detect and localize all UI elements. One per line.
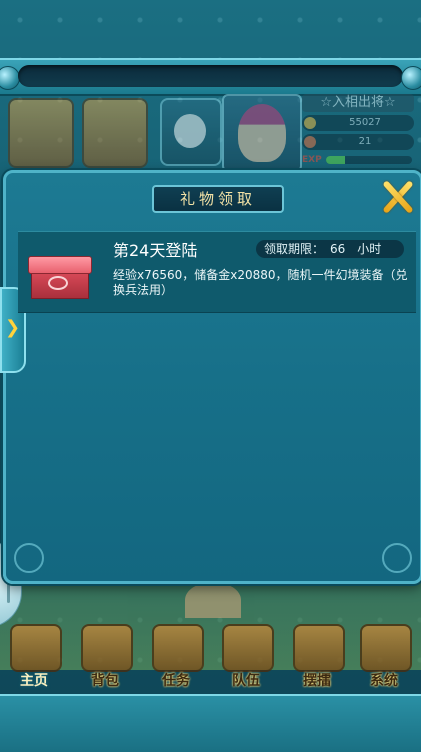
- corner-ornament: [382, 543, 412, 573]
- scene-building: [185, 582, 241, 618]
- top-bar-slot: [18, 65, 403, 87]
- reward-row[interactable]: 第24天登陆 领取期限： 66 小时 经验x76560，储备金x20880，随机一件…: [18, 231, 416, 313]
- nav-item-arena[interactable]: 摆擂: [285, 616, 349, 692]
- stat-gold-value: 55027: [349, 117, 381, 128]
- bunny-face-icon: [174, 114, 206, 148]
- chest-lid: [28, 256, 92, 274]
- limit-label: 领取期限：: [264, 242, 325, 256]
- arena-icon: [293, 624, 345, 672]
- player-title: ☆入相出将☆: [302, 94, 414, 112]
- bottom-frame-bar: [0, 694, 421, 752]
- red-chest-icon: [28, 256, 92, 299]
- corner-ornament: [14, 543, 44, 573]
- coin-icon: [304, 117, 316, 129]
- nav-label-team: 队伍: [232, 673, 260, 689]
- ingot-icon: [304, 136, 316, 148]
- settings-gear-icon: [360, 624, 412, 672]
- exp-label: EXP: [302, 155, 322, 165]
- nav-label-arena: 摆擂: [303, 673, 331, 689]
- exp-row: EXP: [302, 153, 414, 167]
- treasure-chest-icon[interactable]: [82, 98, 148, 168]
- bar-knob-left-icon: [0, 66, 20, 90]
- nav-label-tasks: 任务: [162, 673, 190, 689]
- stat-ingot: 21: [302, 134, 414, 150]
- nav-item-team[interactable]: 队伍: [214, 616, 278, 692]
- player-stats: ☆入相出将☆ 55027 21 EXP: [302, 94, 414, 168]
- home-icon: [10, 624, 62, 672]
- nav-item-bag[interactable]: 背包: [73, 616, 137, 692]
- reward-title: 第24天登陆: [113, 241, 198, 260]
- limit-unit: 小时: [357, 242, 382, 256]
- bar-knob-right-icon: [401, 66, 421, 90]
- player-portrait[interactable]: [222, 94, 302, 172]
- task-scroll-icon: [152, 624, 204, 672]
- stat-ingot-value: 21: [358, 136, 372, 147]
- top-name-bar: [0, 58, 421, 96]
- exp-bar-fill: [326, 156, 345, 164]
- nav-label-home: 主页: [20, 673, 48, 689]
- claim-limit-badge: 领取期限： 66 小时: [256, 240, 404, 258]
- exp-bar: [326, 156, 412, 164]
- nav-item-home[interactable]: 主页: [2, 616, 66, 692]
- limit-value: 66: [330, 242, 346, 256]
- reward-description: 经验x76560，储备金x20880，随机一件幻境装备（兑换兵法用）: [113, 268, 408, 297]
- bunny-pet-avatar[interactable]: [160, 98, 222, 166]
- gift-claim-modal: 礼物领取 ❯ 第24天登陆 领取期限： 66 小时 经验x76560，储备金x208…: [0, 170, 421, 584]
- calendar-icon[interactable]: [8, 98, 74, 168]
- modal-title: 礼物领取: [152, 185, 284, 213]
- bottom-nav: 主页 背包 任务 队伍 摆擂 系统: [0, 616, 421, 694]
- nav-label-system: 系统: [370, 673, 398, 689]
- nav-label-bag: 背包: [91, 673, 119, 689]
- hud-row: ☆入相出将☆ 55027 21 EXP: [0, 92, 421, 172]
- bag-icon: [81, 624, 133, 672]
- team-icon: [222, 624, 274, 672]
- nav-item-tasks[interactable]: 任务: [144, 616, 208, 692]
- close-button[interactable]: [380, 179, 414, 214]
- stat-gold: 55027: [302, 115, 414, 131]
- nav-item-system[interactable]: 系统: [352, 616, 416, 692]
- chest-ornament: [48, 276, 68, 290]
- hero-face-icon: [238, 104, 286, 162]
- chevron-right-icon: ❯: [5, 317, 21, 338]
